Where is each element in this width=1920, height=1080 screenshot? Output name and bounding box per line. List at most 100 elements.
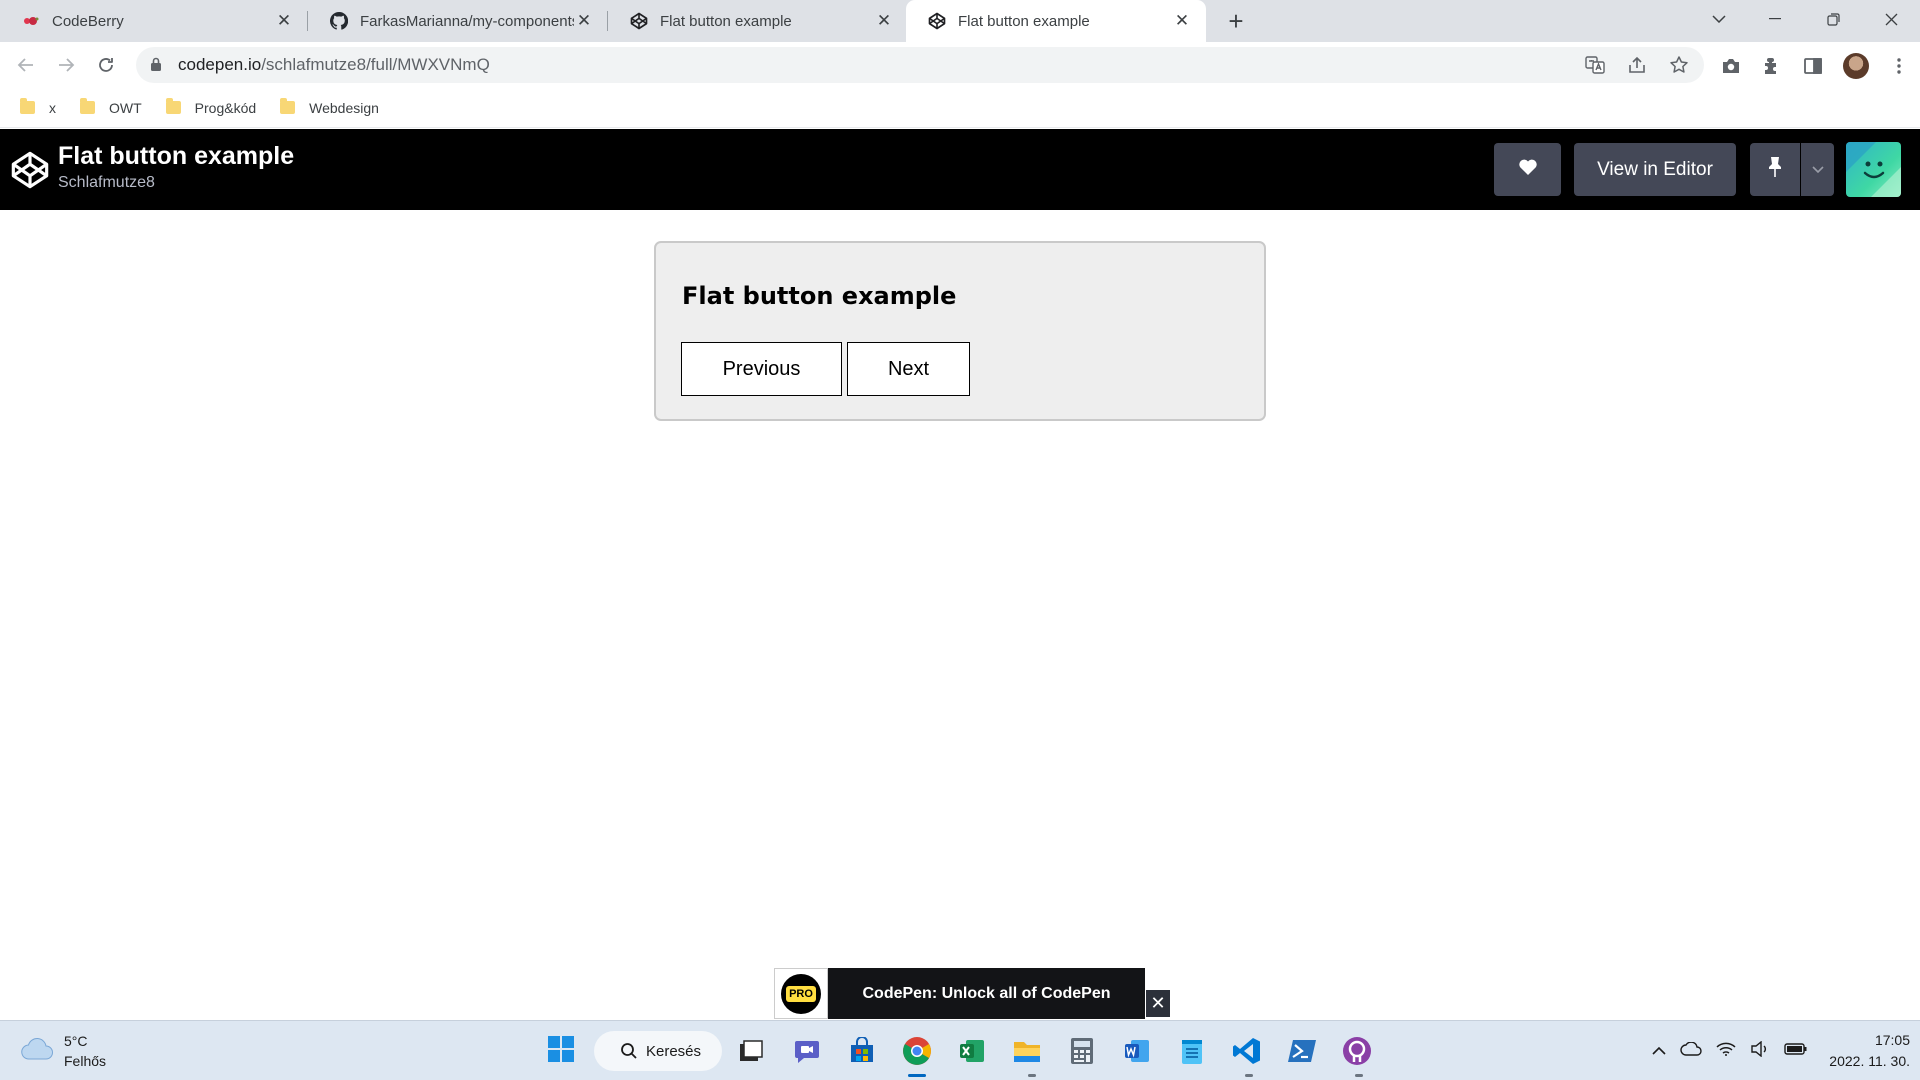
bookmark-label: Prog&kód xyxy=(194,99,257,116)
heart-icon xyxy=(1518,158,1538,181)
pin-icon xyxy=(1768,156,1782,183)
running-indicator xyxy=(1355,1074,1363,1077)
view-in-editor-button[interactable]: View in Editor xyxy=(1574,143,1736,196)
teams-chat-icon[interactable] xyxy=(790,1034,824,1068)
bookmark-star-icon[interactable] xyxy=(1668,54,1690,76)
tab-strip: CodeBerry ✕ FarkasMarianna/my-components… xyxy=(0,0,1920,42)
close-banner-button[interactable]: ✕ xyxy=(1146,990,1170,1017)
weather-description: Felhős xyxy=(64,1053,107,1069)
bookmark-folder-x[interactable]: x xyxy=(20,98,56,116)
minimize-icon[interactable] xyxy=(1752,0,1798,38)
close-tab-icon[interactable]: ✕ xyxy=(274,11,294,31)
folder-icon xyxy=(165,98,181,114)
calculator-icon[interactable] xyxy=(1065,1034,1099,1068)
url-path: /schlafmutze8/full/MWXVNmQ xyxy=(261,55,490,74)
address-bar[interactable]: codepen.io/schlafmutze8/full/MWXVNmQ xyxy=(136,47,1704,83)
task-view-icon[interactable] xyxy=(734,1034,768,1068)
tab-title: Flat button example xyxy=(958,12,1090,30)
bookmark-folder-webdesign[interactable]: Webdesign xyxy=(280,98,379,116)
previous-button[interactable]: Previous xyxy=(681,342,842,396)
bookmark-label: Webdesign xyxy=(309,99,379,116)
pro-badge-box[interactable]: PRO xyxy=(774,968,828,1019)
pin-dropdown-button[interactable] xyxy=(1801,143,1834,196)
codepen-icon xyxy=(928,12,946,30)
tab-codeberry[interactable]: CodeBerry ✕ xyxy=(0,0,308,42)
close-tab-icon[interactable]: ✕ xyxy=(1172,11,1192,31)
tab-github[interactable]: FarkasMarianna/my-components ✕ xyxy=(308,0,608,42)
user-avatar[interactable] xyxy=(1846,142,1901,197)
folder-icon xyxy=(280,98,296,114)
extensions-icon[interactable] xyxy=(1761,55,1783,77)
side-panel-icon[interactable] xyxy=(1802,55,1824,77)
reload-icon[interactable] xyxy=(92,51,120,79)
bookmark-folder-prog[interactable]: Prog&kód xyxy=(165,98,257,116)
pro-badge-icon: PRO xyxy=(781,973,821,1014)
codepen-icon xyxy=(630,12,648,30)
github-desktop-icon[interactable] xyxy=(1340,1034,1374,1068)
word-icon[interactable] xyxy=(1120,1034,1154,1068)
file-explorer-icon[interactable] xyxy=(1010,1034,1044,1068)
pro-badge-label: PRO xyxy=(786,985,816,1002)
taskbar-search[interactable]: Keresés xyxy=(594,1031,722,1071)
show-hidden-icons-chevron[interactable] xyxy=(1652,1043,1666,1061)
start-button[interactable] xyxy=(544,1034,578,1068)
volume-icon[interactable] xyxy=(1750,1040,1770,1062)
tab-search-icon[interactable] xyxy=(1696,0,1742,38)
camera-icon[interactable] xyxy=(1720,55,1742,77)
folder-icon xyxy=(20,98,35,114)
pen-title: Flat button example xyxy=(58,142,295,170)
cloud-icon xyxy=(20,1037,54,1066)
tab-title: CodeBerry xyxy=(52,12,124,30)
lock-icon[interactable] xyxy=(150,57,166,73)
close-tab-icon[interactable]: ✕ xyxy=(574,11,594,31)
battery-icon[interactable] xyxy=(1784,1042,1808,1061)
clock-time: 17:05 xyxy=(1874,1032,1910,1048)
active-indicator xyxy=(908,1074,926,1077)
chrome-icon[interactable] xyxy=(900,1034,934,1068)
wifi-icon[interactable] xyxy=(1716,1042,1736,1061)
folder-icon xyxy=(80,98,95,114)
tab-codepen-1[interactable]: Flat button example ✕ xyxy=(608,0,908,42)
chevron-down-icon xyxy=(1811,161,1824,179)
restore-icon[interactable] xyxy=(1810,0,1856,38)
tab-title: Flat button example xyxy=(660,12,792,30)
weather-widget[interactable]: 5°C Felhős xyxy=(20,1031,106,1071)
bookmarks-bar: x OWT Prog&kód Webdesign xyxy=(0,88,1920,128)
pen-author-link[interactable]: Schlafmutze8 xyxy=(58,174,155,192)
profile-avatar[interactable] xyxy=(1843,53,1869,79)
next-button[interactable]: Next xyxy=(847,342,970,396)
bookmark-label: x xyxy=(49,99,56,116)
excel-icon[interactable] xyxy=(955,1034,989,1068)
vscode-icon[interactable] xyxy=(1230,1034,1264,1068)
search-icon xyxy=(620,1042,638,1060)
love-button[interactable] xyxy=(1494,143,1561,196)
tab-codepen-active[interactable]: Flat button example ✕ xyxy=(906,0,1206,42)
close-window-icon[interactable] xyxy=(1868,0,1914,38)
windows-taskbar: 5°C Felhős Keresés 17:05 2022. 11. 30. xyxy=(0,1020,1920,1080)
flat-button-card: Flat button example Previous Next xyxy=(654,241,1266,421)
codepen-header: Flat button example Schlafmutze8 View in… xyxy=(0,129,1920,210)
onedrive-cloud-icon[interactable] xyxy=(1680,1041,1702,1061)
running-indicator xyxy=(1028,1074,1036,1077)
forward-icon[interactable] xyxy=(52,51,80,79)
pro-promo-banner[interactable]: CodePen: Unlock all of CodePen xyxy=(828,968,1145,1019)
powershell-icon[interactable] xyxy=(1285,1034,1319,1068)
pin-button[interactable] xyxy=(1750,143,1800,196)
new-tab-button[interactable]: + xyxy=(1222,6,1250,36)
running-indicator xyxy=(1245,1074,1253,1077)
share-icon[interactable] xyxy=(1626,54,1648,76)
microsoft-store-icon[interactable] xyxy=(845,1034,879,1068)
clock-date: 2022. 11. 30. xyxy=(1829,1053,1910,1069)
tab-title: FarkasMarianna/my-components xyxy=(360,12,574,30)
system-clock[interactable]: 17:05 2022. 11. 30. xyxy=(1810,1030,1910,1072)
notepad-icon[interactable] xyxy=(1175,1034,1209,1068)
search-label: Keresés xyxy=(646,1042,702,1060)
codepen-logo-icon[interactable] xyxy=(10,150,50,190)
card-heading: Flat button example xyxy=(682,282,957,310)
menu-kebab-icon[interactable] xyxy=(1888,55,1910,77)
close-tab-icon[interactable]: ✕ xyxy=(874,11,894,31)
bookmark-folder-owt[interactable]: OWT xyxy=(80,98,142,116)
url-host: codepen.io xyxy=(178,55,262,74)
back-icon[interactable] xyxy=(12,51,40,79)
translate-icon[interactable] xyxy=(1584,54,1606,76)
